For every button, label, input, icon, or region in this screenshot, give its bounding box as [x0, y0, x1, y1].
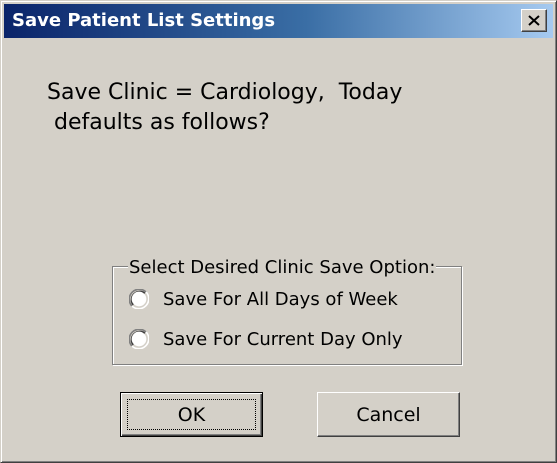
radio-current-day-label: Save For Current Day Only — [163, 328, 403, 350]
confirmation-message: Save Clinic = Cardiology, Today defaults… — [47, 78, 402, 138]
radio-all-days-label: Save For All Days of Week — [163, 288, 398, 310]
radio-all-days[interactable]: Save For All Days of Week — [129, 287, 398, 311]
radio-current-day[interactable]: Save For Current Day Only — [129, 327, 403, 351]
message-line-1: Save Clinic = Cardiology, Today — [47, 80, 403, 105]
focus-rectangle — [127, 399, 256, 430]
save-option-group-legend: Select Desired Clinic Save Option: — [128, 257, 437, 278]
close-x-icon — [528, 15, 540, 26]
title-bar[interactable]: Save Patient List Settings — [4, 4, 553, 38]
cancel-button-label: Cancel — [356, 403, 421, 426]
radio-button-icon[interactable] — [129, 289, 149, 309]
message-line-2: defaults as follows? — [47, 110, 270, 135]
cancel-button[interactable]: Cancel — [317, 392, 460, 437]
close-button[interactable] — [521, 9, 547, 32]
radio-button-icon[interactable] — [129, 329, 149, 349]
dialog-title: Save Patient List Settings — [12, 10, 276, 31]
save-settings-dialog: Save Patient List Settings Save Clinic =… — [0, 0, 557, 463]
ok-button[interactable]: OK — [120, 392, 263, 437]
